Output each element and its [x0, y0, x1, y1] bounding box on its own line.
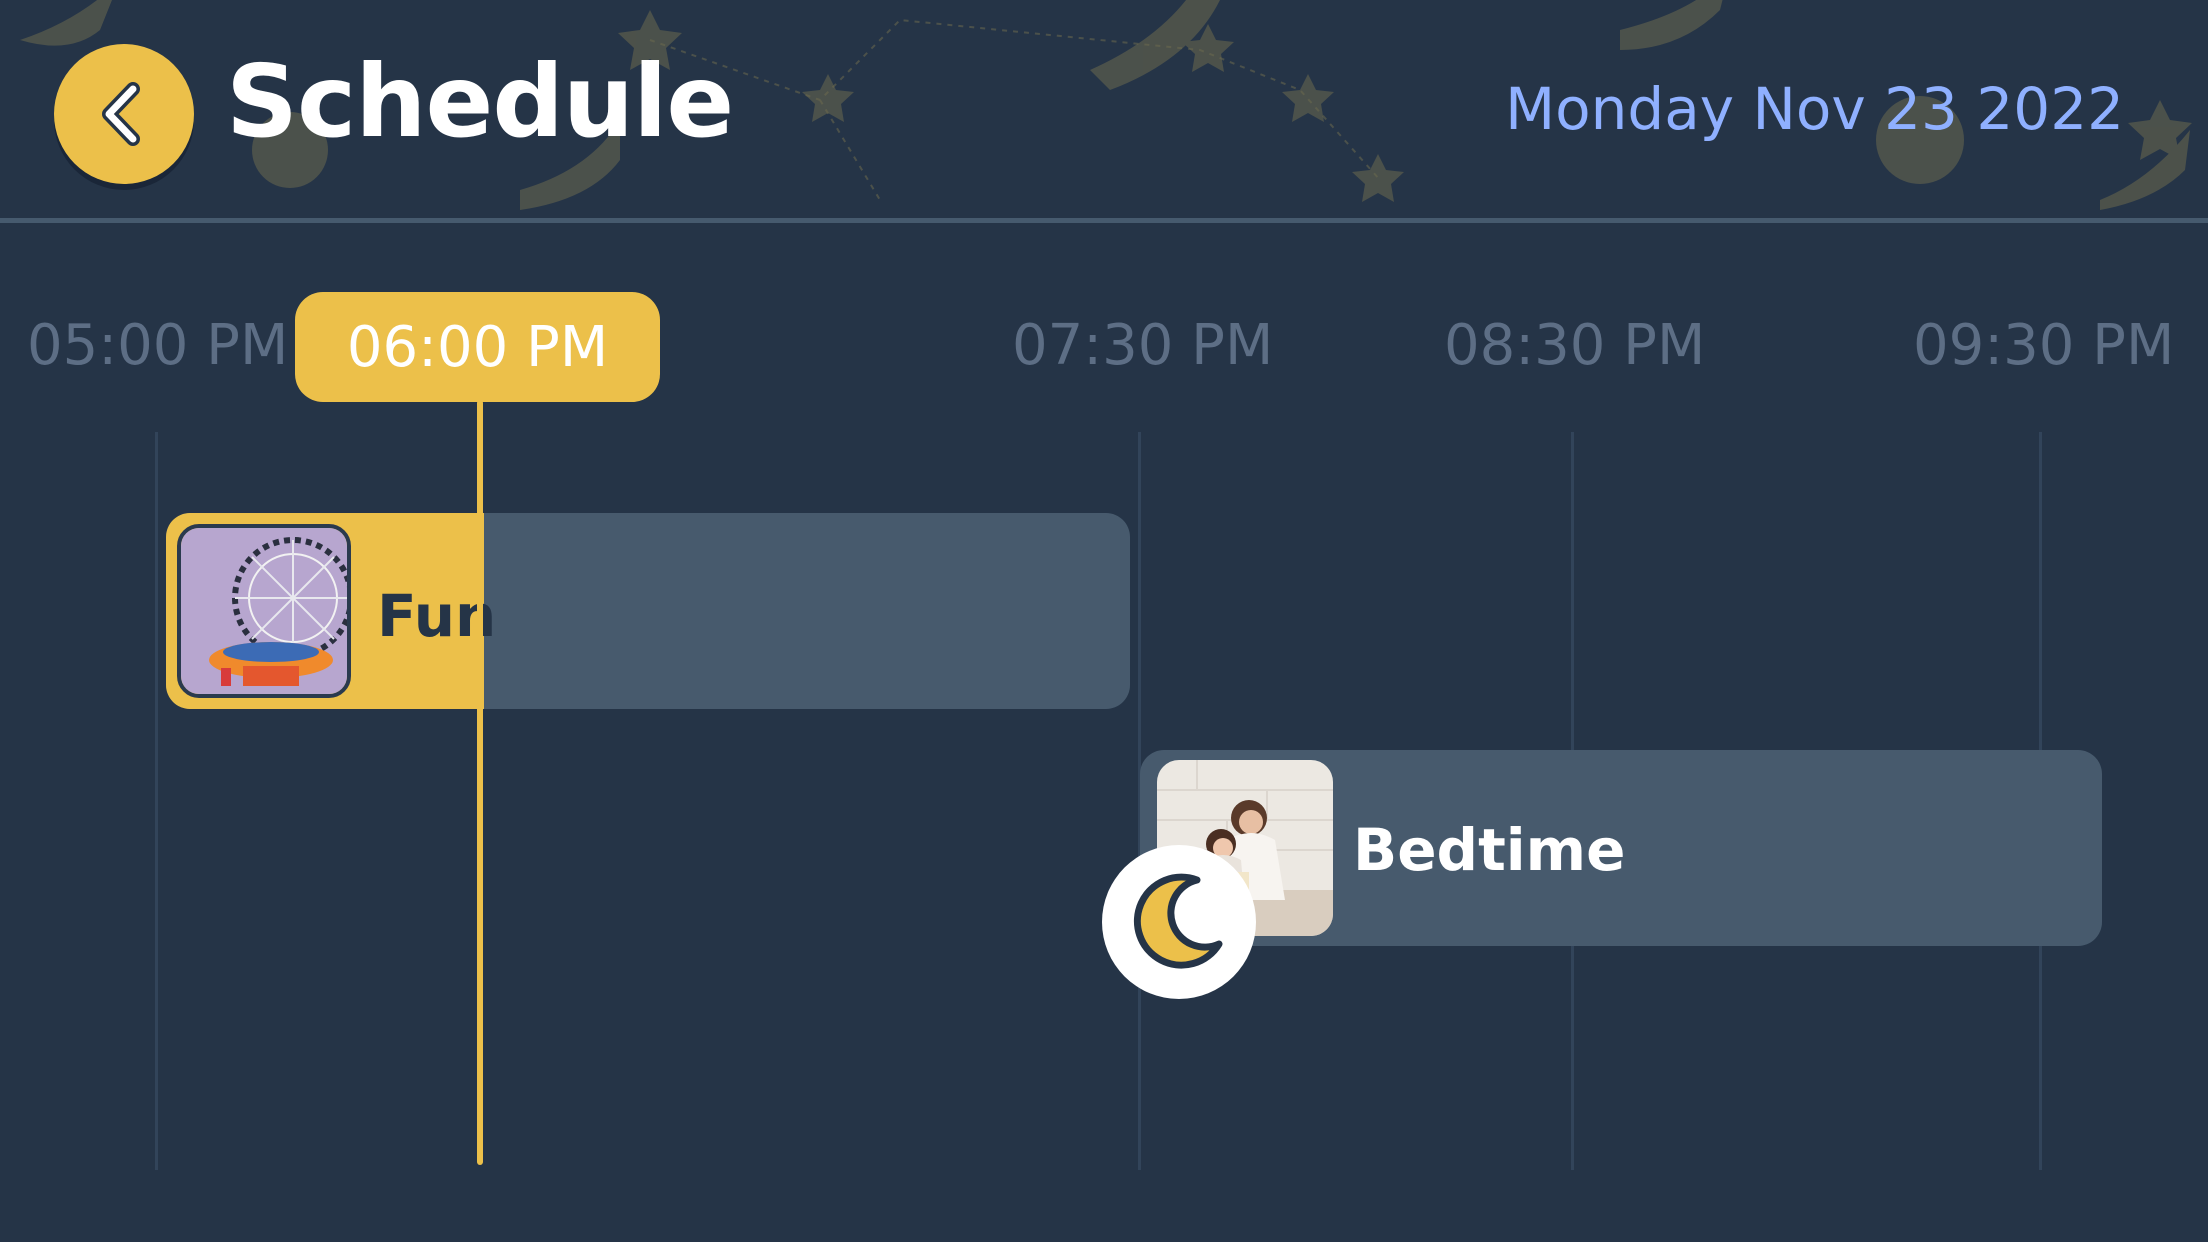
star-icon	[1282, 74, 1334, 122]
event-bedtime-label: Bedtime	[1353, 816, 1626, 884]
grid-line	[155, 432, 158, 1170]
date-label: Monday Nov 23 2022	[1505, 75, 2124, 143]
time-label-0730: 07:30 PM	[1012, 313, 1274, 378]
header: Schedule Monday Nov 23 2022	[0, 0, 2208, 218]
time-label-0500: 05:00 PM	[27, 313, 289, 378]
back-button[interactable]	[54, 44, 194, 190]
current-time-pill: 06:00 PM	[295, 292, 660, 402]
constellation-lines	[649, 18, 1381, 201]
back-button-face[interactable]	[54, 44, 194, 184]
event-fun[interactable]: Fun	[166, 513, 1130, 709]
chevron-left-icon	[102, 82, 140, 146]
star-icon	[1352, 154, 1404, 202]
ferris-wheel-photo	[181, 528, 347, 694]
moon-icon	[1133, 873, 1223, 969]
current-time-line	[477, 400, 483, 1165]
time-label-0830: 08:30 PM	[1444, 313, 1706, 378]
time-label-0930: 09:30 PM	[1913, 313, 2175, 378]
header-divider	[0, 218, 2208, 223]
bedtime-badge	[1102, 845, 1256, 999]
star-icon	[802, 74, 854, 122]
event-bedtime[interactable]: Bedtime	[1140, 750, 2102, 946]
page-title: Schedule	[226, 43, 734, 160]
shooting-star-icon	[1620, 0, 1723, 50]
shooting-star-icon	[20, 0, 112, 46]
event-fun-image	[177, 524, 351, 698]
